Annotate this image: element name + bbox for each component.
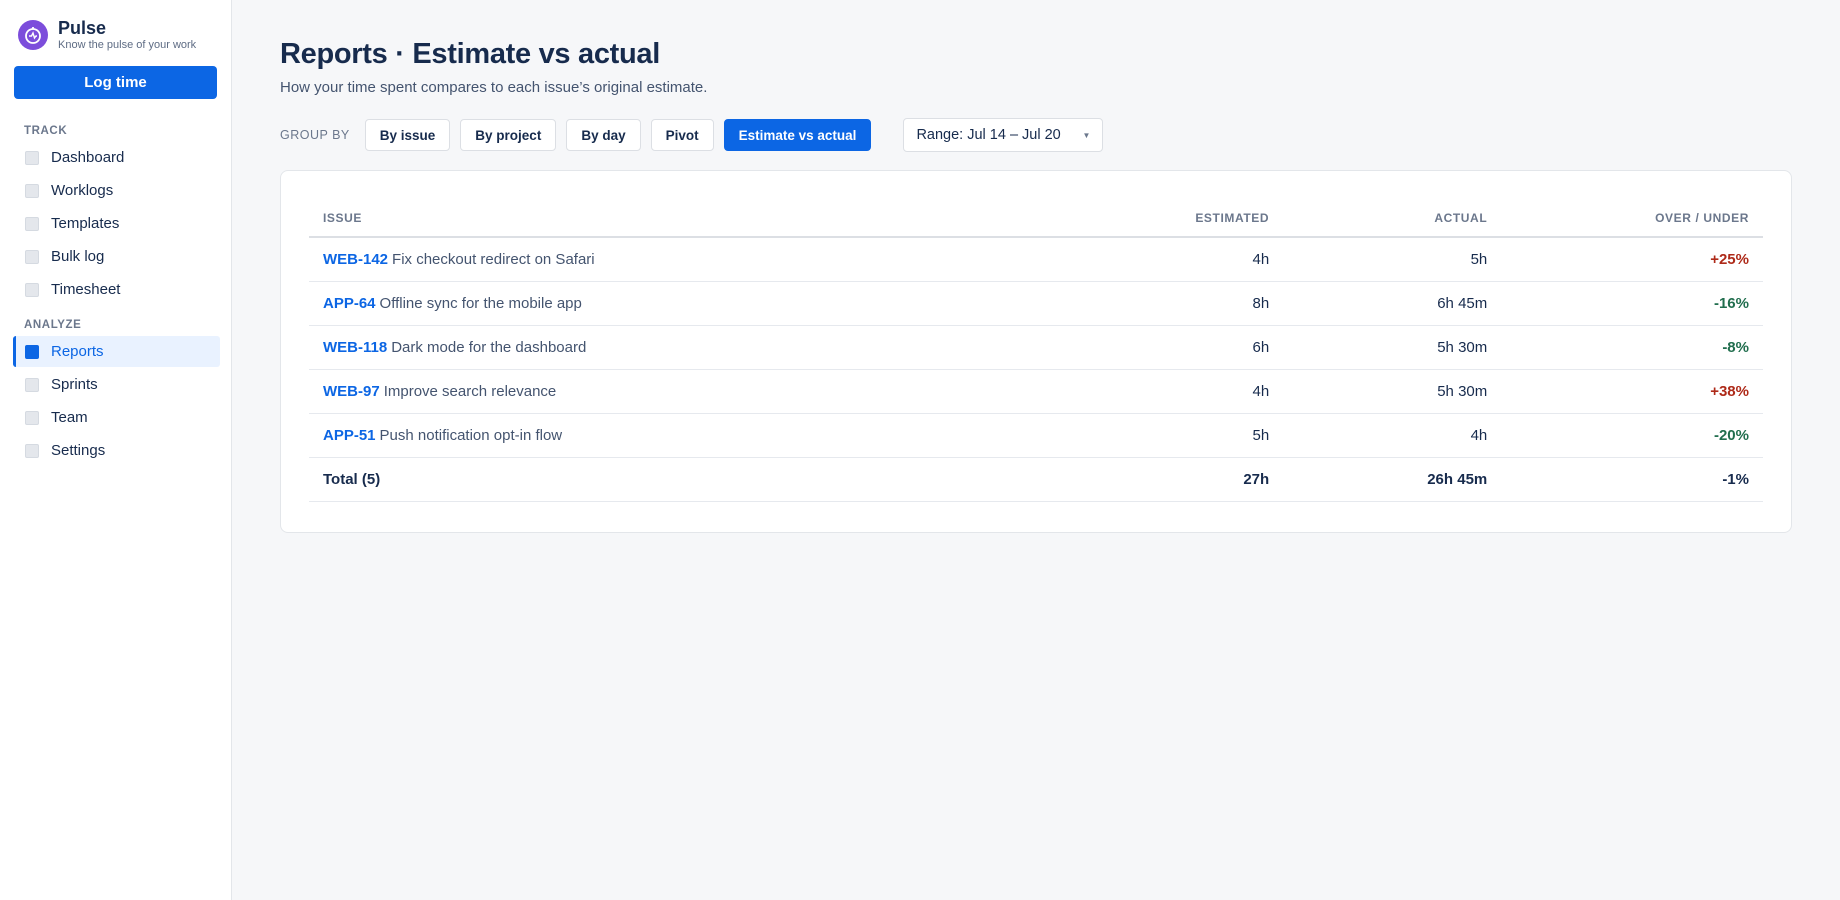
estimate-vs-actual-button[interactable]: Estimate vs actual [723,119,872,151]
over-under-cell: -8% [1501,325,1763,370]
estimate-table: ISSUE ESTIMATED ACTUAL OVER / UNDER WEB-… [309,199,1763,502]
sidebar-item-label: Timesheet [51,281,121,298]
total-estimated: 27h [1065,457,1284,502]
estimated-cell: 6h [1065,325,1284,370]
templates-icon [25,216,39,231]
issue-key-link[interactable]: APP-51 [323,427,376,444]
brand-name: Pulse [58,18,107,38]
sidebar-item-timesheet[interactable]: Timesheet [13,274,220,305]
brand: Pulse Know the pulse of your work [18,18,219,52]
issue-cell: WEB-97 Improve search relevance [309,369,1066,414]
estimated-cell: 5h [1065,413,1284,458]
sidebar-item-label: Bulk log [51,248,105,265]
sidebar-item-settings[interactable]: Settings [13,435,220,466]
bulk-log-icon [25,249,39,264]
issue-cell: WEB-118 Dark mode for the dashboard [309,325,1066,370]
worklogs-icon [25,183,39,198]
column-header-actual[interactable]: ACTUAL [1283,199,1502,238]
issue-cell: WEB-142 Fix checkout redirect on Safari [309,237,1066,282]
reports-icon [25,344,39,359]
estimated-cell: 8h [1065,281,1284,326]
issue-cell: APP-51 Push notification opt-in flow [309,413,1066,458]
estimated-cell: 4h [1065,237,1284,282]
issue-title: Offline sync for the mobile app [379,294,582,312]
dashboard-icon [25,150,39,165]
table-row: APP-51 Push notification opt-in flow 5h 4… [309,413,1763,458]
actual-cell: 5h 30m [1283,325,1502,370]
issue-title: Dark mode for the dashboard [391,338,587,356]
sidebar-item-label: Sprints [51,376,98,393]
group-by-issue-button[interactable]: By issue [364,119,451,151]
issue-key-link[interactable]: APP-64 [323,295,376,312]
estimated-cell: 4h [1065,369,1284,414]
sidebar-item-label: Dashboard [51,149,125,166]
over-under-cell: -20% [1501,413,1763,458]
sidebar-item-sprints[interactable]: Sprints [13,369,220,400]
page-subtitle: How your time spent compares to each iss… [280,79,708,96]
chevron-down-icon: ▼ [1082,130,1091,140]
sidebar-item-worklogs[interactable]: Worklogs [13,175,220,206]
table-row: WEB-97 Improve search relevance 4h 5h 30m… [309,369,1763,414]
table-total-row: Total (5) 27h 26h 45m -1% [309,457,1763,502]
pivot-button[interactable]: Pivot [650,119,714,151]
group-by-label: GROUP BY [280,128,350,142]
issue-key-link[interactable]: WEB-118 [323,339,387,356]
nav-heading-analyze: ANALYZE [24,319,82,331]
total-actual: 26h 45m [1283,457,1502,502]
issue-cell: APP-64 Offline sync for the mobile app [309,281,1066,326]
settings-icon [25,443,39,458]
sidebar-item-label: Team [51,409,88,426]
issue-key-link[interactable]: WEB-97 [323,383,380,400]
column-header-estimated[interactable]: ESTIMATED [1065,199,1284,238]
over-under-cell: +25% [1501,237,1763,282]
sidebar-item-bulk-log[interactable]: Bulk log [13,241,220,272]
app-root: Pulse Know the pulse of your work Log ti… [0,0,1840,900]
nav-section-analyze: ANALYZE Reports Sprints Team Settings [13,319,220,466]
total-over-under: -1% [1501,457,1763,502]
issue-title: Push notification opt-in flow [379,426,563,444]
over-under-cell: -16% [1501,281,1763,326]
sidebar-item-label: Worklogs [51,182,114,199]
over-under-cell: +38% [1501,369,1763,414]
range-value: Range: Jul 14 – Jul 20 [916,127,1061,143]
brand-tagline: Know the pulse of your work [58,39,197,51]
sidebar-item-label: Reports [51,343,104,360]
actual-cell: 6h 45m [1283,281,1502,326]
team-icon [25,410,39,425]
issue-key-link[interactable]: WEB-142 [323,251,388,268]
nav-section-track: TRACK Dashboard Worklogs Templates Bulk … [14,125,219,305]
sprints-icon [25,377,39,392]
table-row: WEB-142 Fix checkout redirect on Safari 4… [309,237,1763,282]
range-select[interactable]: Range: Jul 14 – Jul 20 ▼ [903,118,1104,152]
sidebar: Pulse Know the pulse of your work Log ti… [0,0,232,900]
group-by-project-button[interactable]: By project [460,119,557,151]
actual-cell: 5h [1283,237,1502,282]
page-title: Reports · Estimate vs actual [280,38,661,70]
actual-cell: 5h 30m [1283,369,1502,414]
pulse-icon [18,20,48,50]
sidebar-item-team[interactable]: Team [13,402,220,433]
total-label: Total (5) [309,457,1066,502]
sidebar-item-dashboard[interactable]: Dashboard [13,142,220,173]
sidebar-item-label: Settings [51,442,106,459]
log-time-button[interactable]: Log time [14,66,217,99]
report-toolbar: GROUP BY By issue By project By day Pivo… [280,118,1792,152]
timesheet-icon [25,282,39,297]
column-header-issue[interactable]: ISSUE [309,199,1066,238]
sidebar-item-label: Templates [51,215,120,232]
issue-title: Fix checkout redirect on Safari [392,250,595,268]
table-header-row: ISSUE ESTIMATED ACTUAL OVER / UNDER [309,199,1763,238]
main-content: Reports · Estimate vs actual How your ti… [232,0,1840,900]
actual-cell: 4h [1283,413,1502,458]
sidebar-item-reports[interactable]: Reports [13,336,220,367]
nav-heading-track: TRACK [24,125,68,137]
table-row: APP-64 Offline sync for the mobile app 8h… [309,281,1763,326]
report-card: ISSUE ESTIMATED ACTUAL OVER / UNDER WEB-… [280,170,1792,533]
column-header-over-under[interactable]: OVER / UNDER [1501,199,1763,238]
sidebar-item-templates[interactable]: Templates [13,208,220,239]
group-by-day-button[interactable]: By day [566,119,641,151]
table-row: WEB-118 Dark mode for the dashboard 6h 5h… [309,325,1763,370]
issue-title: Improve search relevance [383,382,557,400]
